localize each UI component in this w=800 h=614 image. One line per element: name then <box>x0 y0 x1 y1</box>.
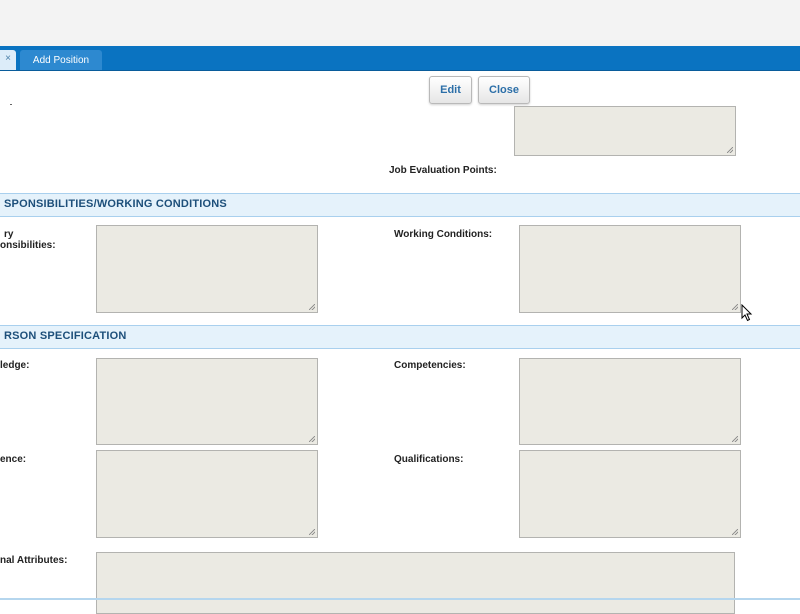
primary-responsibilities-textarea[interactable] <box>96 225 318 313</box>
stray-dot <box>10 104 12 105</box>
top-textarea[interactable] <box>514 106 736 156</box>
close-button[interactable]: Close <box>478 76 530 104</box>
qualifications-label: Qualifications: <box>394 454 464 465</box>
section-header-person-specification: RSON SPECIFICATION <box>0 325 800 349</box>
job-evaluation-points-label: Job Evaluation Points: <box>389 165 497 176</box>
competencies-label: Competencies: <box>394 360 466 371</box>
primary-responsibilities-label-line2: onsibilities: <box>0 240 56 251</box>
section-title: SPONSIBILITIES/WORKING CONDITIONS <box>4 198 227 210</box>
experience-label: ence: <box>0 454 27 465</box>
personal-attributes-textarea[interactable] <box>96 552 735 614</box>
resize-grip-icon[interactable] <box>732 304 738 310</box>
working-conditions-textarea[interactable] <box>519 225 741 313</box>
knowledge-label: ledge: <box>0 360 30 371</box>
section-header-responsibilities: SPONSIBILITIES/WORKING CONDITIONS <box>0 193 800 217</box>
resize-grip-icon[interactable] <box>309 304 315 310</box>
knowledge-textarea[interactable] <box>96 358 318 445</box>
qualifications-textarea[interactable] <box>519 450 741 538</box>
primary-responsibilities-label-line1: ry <box>4 229 14 240</box>
resize-grip-icon[interactable] <box>309 529 315 535</box>
tab-add-position[interactable]: Add Position <box>20 50 102 70</box>
browser-top-area <box>0 0 800 46</box>
competencies-textarea[interactable] <box>519 358 741 445</box>
edit-button[interactable]: Edit <box>429 76 472 104</box>
tab-strip: × Add Position <box>0 46 800 71</box>
working-conditions-label: Working Conditions: <box>394 229 493 240</box>
resize-grip-icon[interactable] <box>309 436 315 442</box>
personal-attributes-label: nal Attributes: <box>0 555 68 566</box>
resize-grip-icon[interactable] <box>727 147 733 153</box>
resize-grip-icon[interactable] <box>732 436 738 442</box>
experience-textarea[interactable] <box>96 450 318 538</box>
section-title: RSON SPECIFICATION <box>4 330 127 342</box>
resize-grip-icon[interactable] <box>732 529 738 535</box>
mouse-pointer-icon <box>741 304 753 322</box>
tab-close-icon[interactable]: × <box>0 50 16 70</box>
